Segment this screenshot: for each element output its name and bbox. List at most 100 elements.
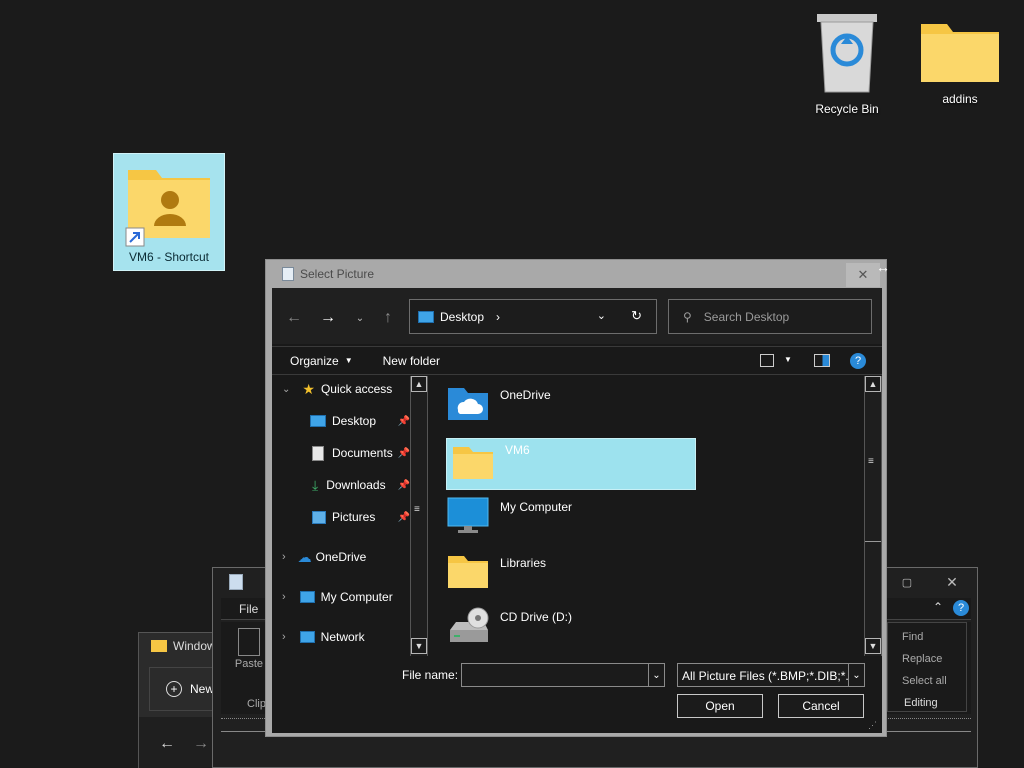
paste-button[interactable]: Paste — [231, 626, 267, 688]
monitor-icon — [446, 496, 490, 536]
nav-item-pictures[interactable]: Pictures 📌 — [272, 506, 410, 528]
search-box[interactable]: ⚲ Search Desktop — [668, 299, 872, 334]
organize-button[interactable]: Organize ▼ — [290, 354, 353, 368]
clipboard-group-label: Clip — [247, 698, 266, 710]
open-button[interactable]: Open — [677, 694, 763, 718]
close-button[interactable]: ✕ — [846, 263, 880, 287]
pin-icon[interactable]: 📌 — [398, 416, 410, 427]
file-name-dropdown-icon[interactable]: ⌄ — [648, 664, 664, 686]
file-item-onedrive[interactable]: OneDrive — [446, 384, 696, 436]
file-type-dropdown-icon[interactable]: ⌄ — [848, 664, 864, 686]
chevron-expanded-icon[interactable]: ⌄ — [282, 384, 290, 395]
desktop-icon-addins[interactable]: addins — [914, 14, 1006, 120]
nav-item-label: Desktop — [332, 414, 377, 428]
replace-button[interactable]: Replace — [902, 653, 942, 665]
libraries-folder-icon — [446, 552, 490, 590]
file-name-input[interactable]: ⌄ — [461, 663, 665, 687]
file-name-label: File name: — [402, 668, 459, 682]
scroll-down-icon[interactable]: ▼ — [865, 638, 881, 654]
dialog-app-icon — [282, 267, 294, 281]
search-placeholder: Search Desktop — [703, 309, 790, 324]
nav-item-network[interactable]: › Network — [272, 626, 410, 648]
file-item-vm6[interactable]: VM6 — [446, 438, 696, 490]
cancel-button[interactable]: Cancel — [778, 694, 864, 718]
help-icon[interactable]: ? — [850, 353, 866, 369]
file-type-value: All Picture Files (*.BMP;*.DIB;*.F — [682, 669, 857, 683]
resize-grip-icon[interactable]: ⋰ — [868, 720, 877, 731]
desktop-icon-recycle-bin[interactable]: Recycle Bin — [806, 10, 888, 120]
cancel-label: Cancel — [802, 699, 840, 713]
scroll-up-icon[interactable]: ▲ — [411, 376, 427, 392]
nav-item-downloads[interactable]: ⤓ Downloads 📌 — [272, 474, 410, 496]
chevron-down-icon: ▼ — [344, 356, 353, 365]
file-item-label: CD Drive (D:) — [500, 610, 572, 624]
resize-cursor-icon: ↔ — [876, 259, 890, 275]
nav-item-label: Quick access — [320, 382, 393, 396]
chevron-right-icon[interactable]: › — [282, 551, 286, 563]
folder-icon — [917, 14, 1003, 86]
new-folder-button[interactable]: New folder — [383, 354, 440, 368]
nav-item-quick-access[interactable]: ⌄ ★ Quick access — [272, 378, 410, 400]
pin-icon[interactable]: 📌 — [398, 480, 410, 491]
preview-pane-icon[interactable] — [814, 354, 830, 367]
back-arrow-icon[interactable]: ← — [282, 306, 306, 330]
nav-item-label: Pictures — [332, 510, 376, 524]
cd-drive-icon — [446, 606, 490, 646]
address-dropdown-icon[interactable]: ⌄ — [597, 309, 606, 322]
nav-item-desktop[interactable]: Desktop 📌 — [272, 410, 410, 432]
recycle-bin-icon — [811, 10, 883, 96]
find-button[interactable]: Find — [902, 631, 923, 643]
help-icon[interactable]: ? — [953, 600, 969, 616]
chevron-right-icon[interactable]: › — [282, 631, 286, 643]
pin-icon[interactable]: 📌 — [398, 512, 410, 523]
nav-item-my-computer[interactable]: › My Computer — [272, 586, 410, 608]
chevron-up-icon[interactable]: ⌃ — [933, 600, 943, 614]
desktop-icon-vm6-shortcut[interactable]: VM6 - Shortcut — [113, 153, 225, 271]
folder-icon — [151, 640, 167, 652]
breadcrumb-desktop[interactable]: Desktop — [440, 310, 484, 324]
refresh-icon[interactable]: ↻ — [631, 308, 642, 324]
forward-arrow-icon[interactable]: → — [193, 735, 209, 753]
change-view-icon[interactable] — [760, 354, 774, 367]
close-button[interactable]: ✕ — [929, 568, 975, 596]
dialog-title-bar[interactable]: Select Picture — [266, 260, 886, 288]
scroll-up-icon[interactable]: ▲ — [865, 376, 881, 392]
forward-arrow-icon[interactable]: → — [316, 306, 340, 330]
network-icon — [299, 631, 315, 643]
file-item-my-computer[interactable]: My Computer — [446, 496, 696, 548]
desktop-icon-label: addins — [942, 92, 978, 106]
file-menu[interactable]: File — [239, 602, 258, 616]
scroll-down-icon[interactable]: ▼ — [411, 638, 427, 654]
back-arrow-icon[interactable]: ← — [159, 735, 175, 753]
recent-locations-chevron-icon[interactable]: ⌄ — [348, 306, 372, 330]
paste-label: Paste — [234, 658, 264, 670]
pin-icon[interactable]: 📌 — [398, 448, 410, 459]
breadcrumb-chevron-icon[interactable]: › — [496, 310, 500, 324]
star-icon: ★ — [302, 380, 315, 397]
organize-label: Organize — [290, 353, 339, 368]
view-options-chevron-icon[interactable]: ▼ — [784, 355, 792, 364]
select-all-button[interactable]: Select all — [902, 675, 947, 687]
file-type-select[interactable]: All Picture Files (*.BMP;*.DIB;*.F ⌄ — [677, 663, 865, 687]
select-picture-dialog[interactable]: Select Picture ✕ ← → ⌄ ↑ Desktop › ⌄ ↻ ⚲… — [265, 259, 887, 737]
file-item-libraries[interactable]: Libraries — [446, 552, 696, 604]
scrollbar-thumb[interactable] — [865, 392, 881, 542]
address-bar[interactable]: Desktop › ⌄ ↻ — [409, 299, 657, 334]
file-list-scrollbar[interactable]: ▲ ≡ ▼ — [864, 376, 882, 656]
file-item-cd-drive[interactable]: CD Drive (D:) — [446, 606, 696, 658]
navigation-bar: ← → ⌄ ↑ Desktop › ⌄ ↻ ⚲ Search Desktop — [272, 288, 882, 344]
minimize-button[interactable]: ▢ — [889, 568, 925, 596]
chevron-right-icon[interactable]: › — [282, 591, 286, 603]
nav-pane-scrollbar[interactable]: ▲ ≡ ▼ — [410, 376, 428, 656]
nav-item-label: OneDrive — [315, 550, 367, 564]
scrollbar-grip-icon[interactable]: ≡ — [414, 504, 420, 515]
nav-item-documents[interactable]: Documents 📌 — [272, 442, 410, 464]
up-arrow-icon[interactable]: ↑ — [376, 306, 400, 330]
open-label: Open — [705, 699, 735, 713]
file-list: OneDrive VM6 My Computer Libraries CD Dr… — [432, 376, 882, 658]
nav-item-onedrive[interactable]: › ☁ OneDrive — [272, 546, 410, 568]
plus-icon: + — [166, 681, 182, 697]
onedrive-folder-icon — [446, 384, 490, 422]
scrollbar-grip-icon[interactable]: ≡ — [868, 456, 874, 467]
command-bar: Organize ▼ New folder ▼ ? — [272, 346, 882, 375]
